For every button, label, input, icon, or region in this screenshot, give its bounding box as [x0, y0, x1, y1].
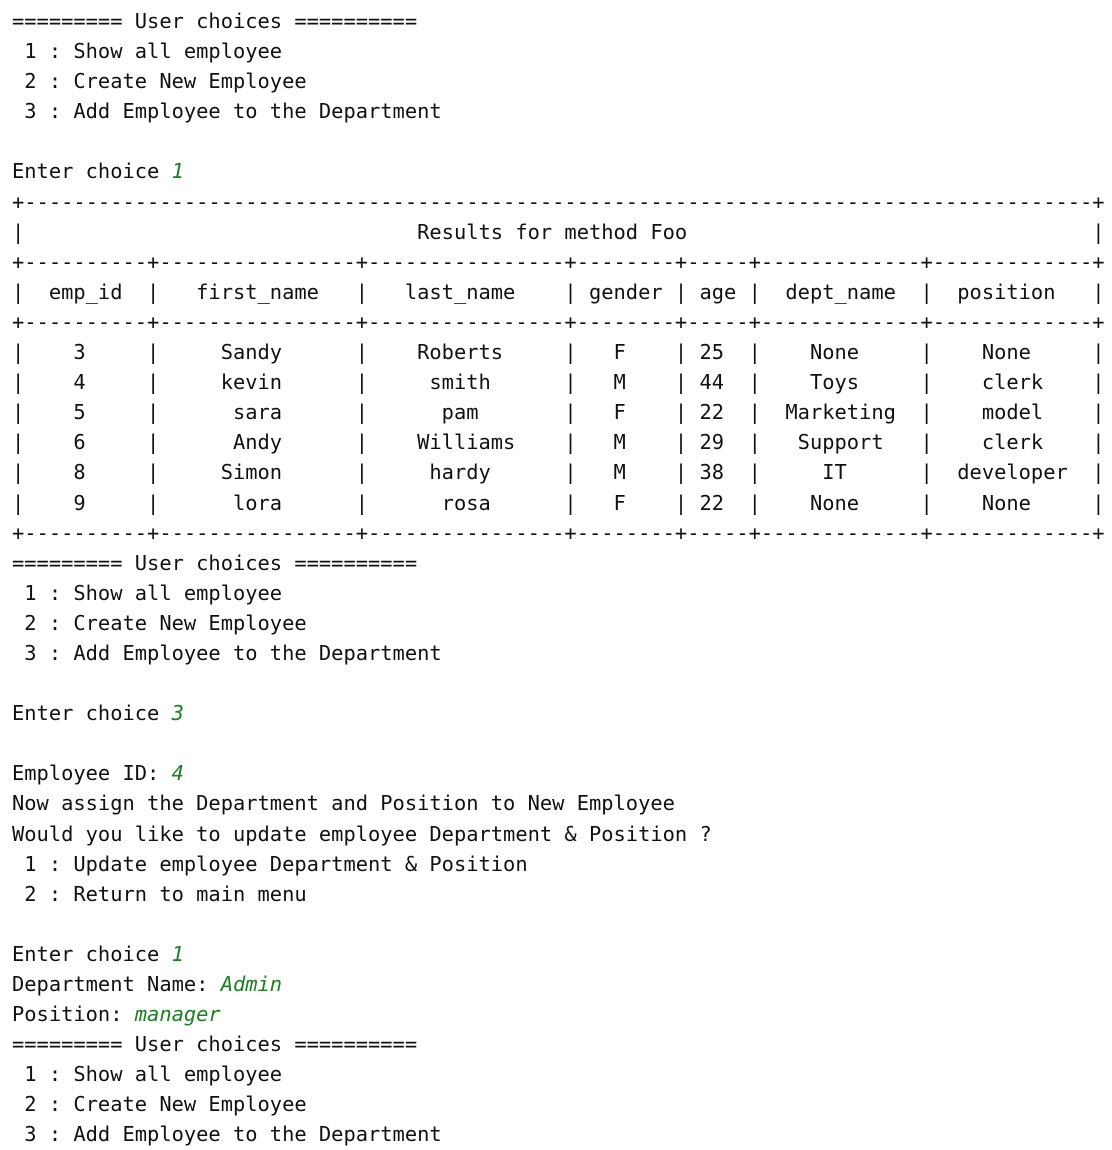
terminal-text: Enter choice [12, 159, 172, 184]
user-input-value: 4 [171, 761, 184, 786]
menu-banner: ========= User choices ========== [12, 6, 1112, 36]
assign-notice: Now assign the Department and Position t… [12, 788, 1112, 818]
terminal-text: | 4 | kevin | smith | M | 44 | Toys | cl… [12, 370, 1105, 395]
terminal-text: Enter choice [12, 941, 172, 966]
terminal-text: | 8 | Simon | hardy | M | 38 | IT | deve… [12, 460, 1105, 485]
terminal-text: +----------+----------------+-----------… [12, 520, 1105, 545]
table-header-bottom-border: +----------+----------------+-----------… [12, 307, 1112, 337]
table-header-top-border: +----------+----------------+-----------… [12, 247, 1112, 277]
menu-item-2: 2 : Create New Employee [12, 608, 1112, 638]
enter-choice-prompt-1: Enter choice 1 [12, 156, 1112, 186]
enter-choice-prompt-3: Enter choice 1 [12, 939, 1112, 969]
menu-item-3: 3 : Add Employee to the Department [12, 96, 1112, 126]
terminal-text: | 3 | Sandy | Roberts | F | 25 | None | … [12, 340, 1105, 365]
terminal-text: 3 : Add Employee to the Department [12, 99, 442, 124]
table-row: | 3 | Sandy | Roberts | F | 25 | None | … [12, 337, 1112, 367]
terminal-text: ========= User choices ========== [12, 1032, 418, 1057]
terminal-text: 1 : Show all employee [12, 1062, 283, 1087]
terminal-text: | emp_id | first_name | last_name | gend… [12, 279, 1105, 304]
menu-banner: ========= User choices ========== [12, 548, 1112, 578]
table-bottom-border: +----------+----------------+-----------… [12, 518, 1112, 548]
terminal-text: 2 : Create New Employee [12, 1092, 307, 1117]
menu-item-1: 1 : Show all employee [12, 1059, 1112, 1089]
table-row: | 8 | Simon | hardy | M | 38 | IT | deve… [12, 457, 1112, 487]
table-row: | 5 | sara | pam | F | 22 | Marketing | … [12, 397, 1112, 427]
terminal-text: | Results for method Foo | [12, 219, 1105, 244]
terminal-text: Enter choice [12, 701, 172, 726]
terminal-text: +----------+----------------+-----------… [12, 309, 1105, 334]
enter-choice-prompt-2: Enter choice 3 [12, 698, 1112, 728]
menu-banner: ========= User choices ========== [12, 1029, 1112, 1059]
menu-item-1: 1 : Show all employee [12, 578, 1112, 608]
user-input-value: 3 [171, 701, 184, 726]
table-top-border: +---------------------------------------… [12, 187, 1112, 217]
terminal-text: 3 : Add Employee to the Department [12, 1122, 442, 1147]
user-input-value: 1 [171, 941, 184, 966]
terminal-text: | 5 | sara | pam | F | 22 | Marketing | … [12, 400, 1105, 425]
terminal-text: ========= User choices ========== [12, 550, 418, 575]
terminal-text: 1 : Show all employee [12, 39, 283, 64]
terminal-text: +---------------------------------------… [12, 189, 1105, 214]
menu-item-2: 2 : Create New Employee [12, 1089, 1112, 1119]
table-row: | 6 | Andy | Williams | M | 29 | Support… [12, 427, 1112, 457]
terminal-text: 2 : Create New Employee [12, 610, 307, 635]
table-header-row: | emp_id | first_name | last_name | gend… [12, 277, 1112, 307]
terminal-text: | 6 | Andy | Williams | M | 29 | Support… [12, 430, 1105, 455]
employee-id-prompt: Employee ID: 4 [12, 758, 1112, 788]
terminal-text: 1 : Show all employee [12, 580, 283, 605]
terminal-text: ========= User choices ========== [12, 9, 418, 33]
terminal-text: 1 : Update employee Department & Positio… [12, 851, 528, 876]
user-input-value: Admin [220, 972, 283, 996]
terminal-text: | 9 | lora | rosa | F | 22 | None | None… [12, 490, 1105, 515]
terminal-text: Would you like to update employee Depart… [12, 821, 712, 846]
terminal-text: 2 : Create New Employee [12, 69, 307, 94]
table-row: | 9 | lora | rosa | F | 22 | None | None… [12, 488, 1112, 518]
menu-item-3: 3 : Add Employee to the Department [12, 1119, 1112, 1149]
department-name-prompt: Department Name: Admin [12, 969, 1112, 999]
position-prompt: Position: manager [12, 999, 1112, 1029]
terminal-text: Employee ID: [12, 761, 172, 786]
submenu-item-1: 1 : Update employee Department & Positio… [12, 849, 1112, 879]
menu-item-1: 1 : Show all employee [12, 36, 1112, 66]
table-title-row: | Results for method Foo | [12, 217, 1112, 247]
terminal-text: 3 : Add Employee to the Department [12, 640, 442, 665]
update-question: Would you like to update employee Depart… [12, 819, 1112, 849]
terminal-text: 2 : Return to main menu [12, 881, 307, 906]
table-row: | 4 | kevin | smith | M | 44 | Toys | cl… [12, 367, 1112, 397]
terminal-output: ========= User choices ========== 1 : Sh… [0, 0, 1112, 1150]
terminal-text: Position: [12, 1002, 135, 1027]
menu-item-3: 3 : Add Employee to the Department [12, 638, 1112, 668]
menu-item-2: 2 : Create New Employee [12, 66, 1112, 96]
submenu-item-2: 2 : Return to main menu [12, 879, 1112, 909]
user-input-value: manager [134, 1002, 221, 1027]
user-input-value: 1 [171, 159, 184, 184]
terminal-text: Now assign the Department and Position t… [12, 791, 675, 816]
terminal-text: Department Name: [12, 972, 221, 996]
terminal-text: +----------+----------------+-----------… [12, 249, 1105, 274]
